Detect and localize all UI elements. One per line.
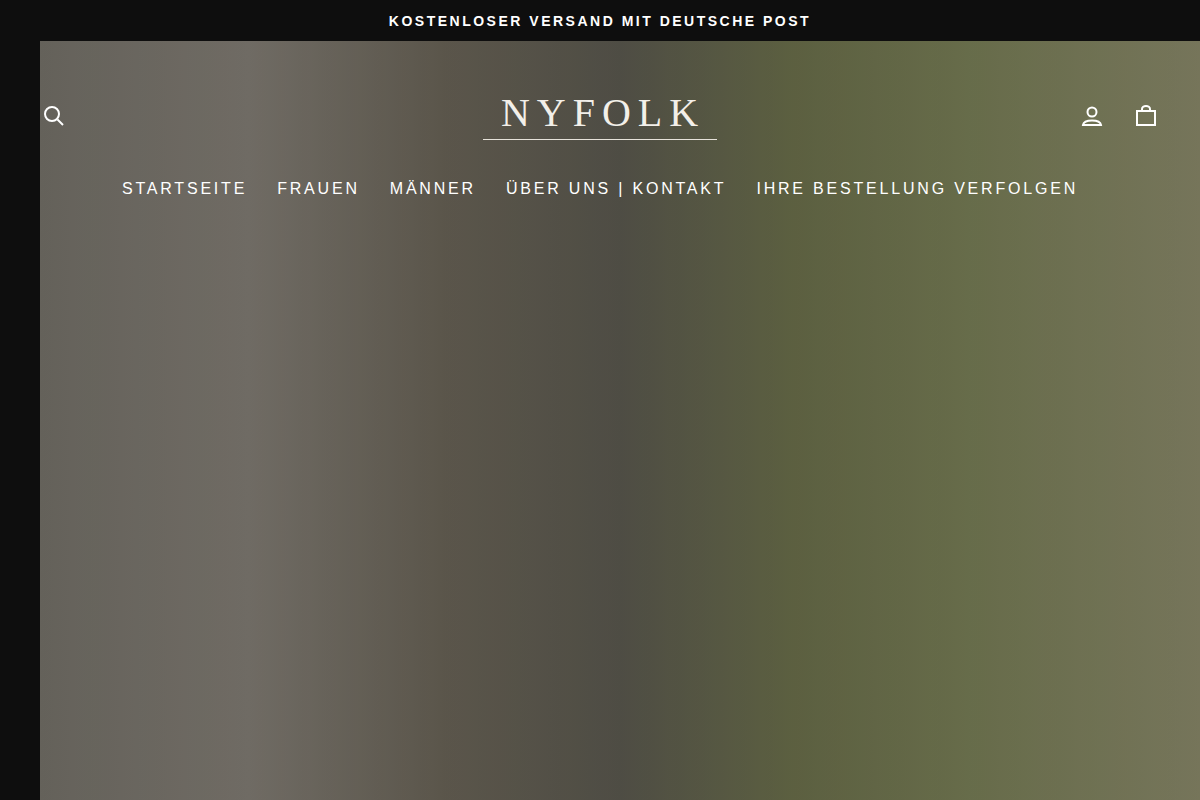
nav-item[interactable]: STARTSEITE bbox=[122, 180, 247, 198]
nav-item[interactable]: ÜBER UNS | KONTAKT bbox=[506, 180, 727, 198]
bag-icon bbox=[1134, 104, 1158, 128]
user-icon bbox=[1080, 104, 1104, 128]
cart-button[interactable] bbox=[1132, 102, 1160, 130]
nav-item[interactable]: MÄNNER bbox=[390, 180, 476, 198]
nav-item[interactable]: IHRE BESTELLUNG VERFOLGEN bbox=[756, 180, 1078, 198]
site-header: NYFOLK bbox=[0, 41, 1200, 140]
hero-banner: NYFOLK STARTSEITE FRAUEN MÄNNER ÜBER UNS | … bbox=[0, 41, 1200, 800]
search-icon bbox=[42, 104, 66, 128]
announcement-text: KOSTENLOSER VERSAND MIT DEUTSCHE POST bbox=[389, 13, 811, 29]
announcement-bar: KOSTENLOSER VERSAND MIT DEUTSCHE POST bbox=[0, 0, 1200, 41]
search-button[interactable] bbox=[40, 102, 68, 130]
main-nav: STARTSEITE FRAUEN MÄNNER ÜBER UNS | KONTAKT… bbox=[0, 180, 1200, 198]
nav-item[interactable]: FRAUEN bbox=[277, 180, 360, 198]
page: KOSTENLOSER VERSAND MIT DEUTSCHE POST NY… bbox=[0, 0, 1200, 800]
account-button[interactable] bbox=[1078, 102, 1106, 130]
logo[interactable]: NYFOLK bbox=[483, 91, 717, 140]
